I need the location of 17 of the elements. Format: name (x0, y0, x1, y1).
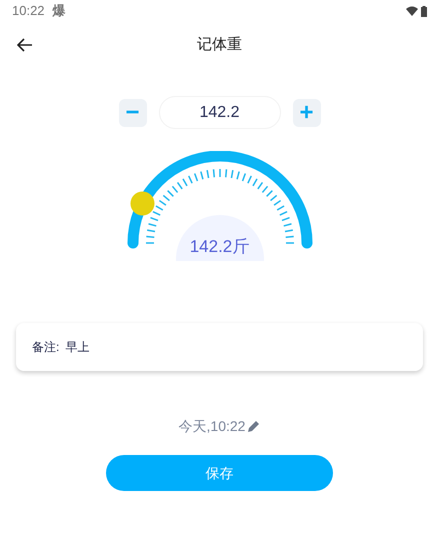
battery-icon (421, 6, 427, 16)
wifi-icon (406, 6, 418, 16)
increase-button[interactable]: + (292, 98, 320, 126)
note-card[interactable]: 备注: 早上 (16, 323, 423, 371)
save-button[interactable]: 保存 (106, 455, 333, 491)
decrease-button[interactable]: − (118, 98, 146, 126)
note-label: 备注: (32, 339, 60, 356)
pencil-icon[interactable] (247, 420, 260, 433)
date-time: 今天,10:22 (178, 417, 246, 436)
status-time: 10:22 (12, 2, 45, 20)
note-value: 早上 (65, 339, 90, 356)
weight-reading: 142.2斤 (190, 238, 250, 255)
slider-thumb[interactable] (130, 192, 154, 216)
weight-input[interactable]: 142.2 (158, 96, 280, 129)
page-title: 记体重 (197, 34, 242, 55)
notification-icon: 爆 (52, 1, 66, 21)
back-arrow-icon (17, 38, 33, 52)
